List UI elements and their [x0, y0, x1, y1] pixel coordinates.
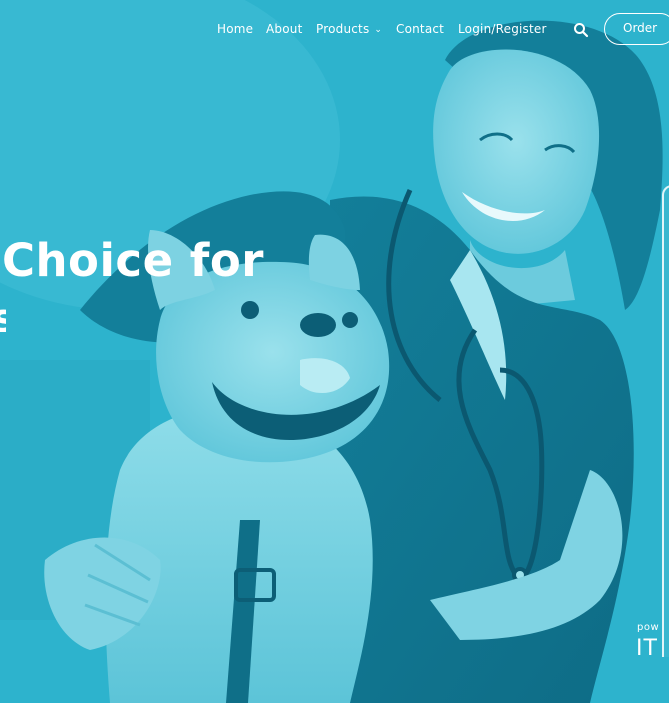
nav-login-register-link[interactable]: Login/Register — [458, 22, 547, 36]
powered-by-label: pow — [637, 622, 660, 633]
hero-headline: Choice for — [2, 234, 264, 287]
powered-by-brand: IT — [636, 636, 658, 661]
nav-home-link[interactable]: Home — [217, 22, 253, 36]
main-nav: Home About Products ⌄ Contact Login/Regis… — [0, 18, 669, 44]
hero-headline-line2: s — [0, 296, 6, 332]
side-widget-panel[interactable] — [662, 185, 669, 657]
nav-products-label: Products — [316, 22, 370, 36]
nav-products-dropdown[interactable]: Products ⌄ — [316, 22, 382, 36]
hero-section: Home About Products ⌄ Contact Login/Regis… — [0, 0, 669, 703]
search-icon[interactable] — [573, 22, 589, 38]
order-button[interactable]: Order — [604, 13, 669, 45]
chevron-down-icon: ⌄ — [374, 25, 383, 35]
nav-about-link[interactable]: About — [266, 22, 302, 36]
nav-contact-link[interactable]: Contact — [396, 22, 444, 36]
hero-photo — [0, 0, 669, 703]
